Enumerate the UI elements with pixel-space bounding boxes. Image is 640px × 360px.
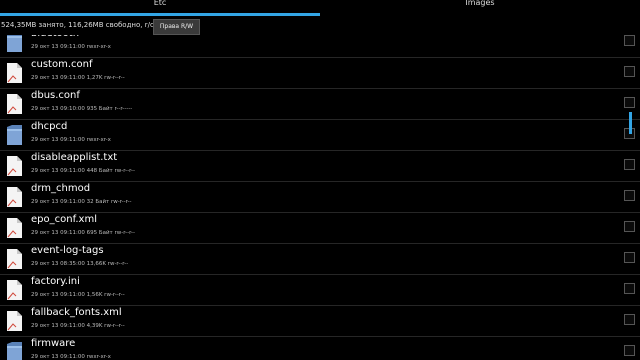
select-checkbox[interactable] <box>624 97 635 108</box>
file-name: event-log-tags <box>31 245 104 256</box>
file-icon <box>6 62 23 84</box>
file-name: fallback_fonts.xml <box>31 307 122 318</box>
file-list-item[interactable]: disableapplist.txt 29 окт 13 09:11:00 448… <box>0 151 640 182</box>
select-checkbox[interactable] <box>624 35 635 46</box>
file-icon <box>6 186 23 208</box>
rw-permissions-button[interactable]: Права R/W <box>153 19 200 35</box>
file-meta: 29 окт 13 09:11:00 4,39K rw-r--r-- <box>31 323 125 329</box>
file-meta: 29 окт 13 09:11:00 32 Байт rw-r--r-- <box>31 199 132 205</box>
file-list-item[interactable]: event-log-tags 29 окт 13 08:35:00 13,66K … <box>0 244 640 275</box>
file-meta: 29 окт 13 09:11:00 rwxr-xr-x <box>31 137 111 143</box>
file-list-item[interactable]: firmware 29 окт 13 09:11:00 rwxr-xr-x <box>0 337 640 360</box>
file-name: disableapplist.txt <box>31 152 118 163</box>
select-checkbox[interactable] <box>624 66 635 77</box>
folder-icon <box>6 341 23 360</box>
file-list-item[interactable]: bluetooth 29 окт 13 09:11:00 rwxr-xr-x <box>0 35 640 58</box>
select-checkbox[interactable] <box>624 314 635 325</box>
file-icon <box>6 155 23 177</box>
file-name: bluetooth <box>31 35 79 39</box>
file-meta: 29 окт 13 09:11:00 rwxr-xr-x <box>31 44 111 50</box>
file-meta: 29 окт 13 09:10:00 935 Байт r--r----- <box>31 106 133 112</box>
file-meta: 29 окт 13 09:11:00 1,27K rw-r--r-- <box>31 75 125 81</box>
select-checkbox[interactable] <box>624 283 635 294</box>
file-name: dhcpcd <box>31 121 68 132</box>
file-icon <box>6 310 23 332</box>
active-tab-indicator <box>0 13 320 16</box>
file-name: epo_conf.xml <box>31 214 97 225</box>
file-name: firmware <box>31 338 76 349</box>
file-list-item[interactable]: custom.conf 29 окт 13 09:11:00 1,27K rw-r… <box>0 58 640 89</box>
file-name: custom.conf <box>31 59 93 70</box>
scrollbar-thumb[interactable] <box>629 112 632 134</box>
file-meta: 29 окт 13 09:11:00 448 Байт rw-r--r-- <box>31 168 136 174</box>
folder-icon <box>6 124 23 146</box>
file-meta: 29 окт 13 08:35:00 13,66K rw-r--r-- <box>31 261 129 267</box>
select-checkbox[interactable] <box>624 190 635 201</box>
file-icon <box>6 248 23 270</box>
select-checkbox[interactable] <box>624 221 635 232</box>
file-meta: 29 окт 13 09:11:00 rwxr-xr-x <box>31 354 111 360</box>
tab-bar: Etc Images <box>0 0 640 16</box>
file-name: drm_chmod <box>31 183 91 194</box>
file-meta: 29 окт 13 09:11:00 1,56K rw-r--r-- <box>31 292 125 298</box>
file-list: bluetooth 29 окт 13 09:11:00 rwxr-xr-x cus… <box>0 35 640 360</box>
file-list-item[interactable]: fallback_fonts.xml 29 окт 13 09:11:00 4,3… <box>0 306 640 337</box>
folder-icon <box>6 35 23 53</box>
select-checkbox[interactable] <box>624 159 635 170</box>
file-name: dbus.conf <box>31 90 80 101</box>
storage-status-text: 524,35MB занято, 116,26MB свободно, r/o <box>1 21 155 29</box>
select-checkbox[interactable] <box>624 252 635 263</box>
file-list-item[interactable]: drm_chmod 29 окт 13 09:11:00 32 Байт rw-r… <box>0 182 640 213</box>
tab-images[interactable]: Images <box>320 0 640 16</box>
file-list-item[interactable]: factory.ini 29 окт 13 09:11:00 1,56K rw-r… <box>0 275 640 306</box>
file-list-item[interactable]: dhcpcd 29 окт 13 09:11:00 rwxr-xr-x <box>0 120 640 151</box>
file-icon <box>6 217 23 239</box>
file-icon <box>6 93 23 115</box>
file-meta: 29 окт 13 09:11:00 695 Байт rw-r--r-- <box>31 230 136 236</box>
storage-status-bar: 524,35MB занято, 116,26MB свободно, r/o <box>0 17 640 35</box>
file-name: factory.ini <box>31 276 80 287</box>
file-list-item[interactable]: dbus.conf 29 окт 13 09:10:00 935 Байт r--… <box>0 89 640 120</box>
select-checkbox[interactable] <box>624 345 635 356</box>
file-list-item[interactable]: epo_conf.xml 29 окт 13 09:11:00 695 Байт … <box>0 213 640 244</box>
file-icon <box>6 279 23 301</box>
